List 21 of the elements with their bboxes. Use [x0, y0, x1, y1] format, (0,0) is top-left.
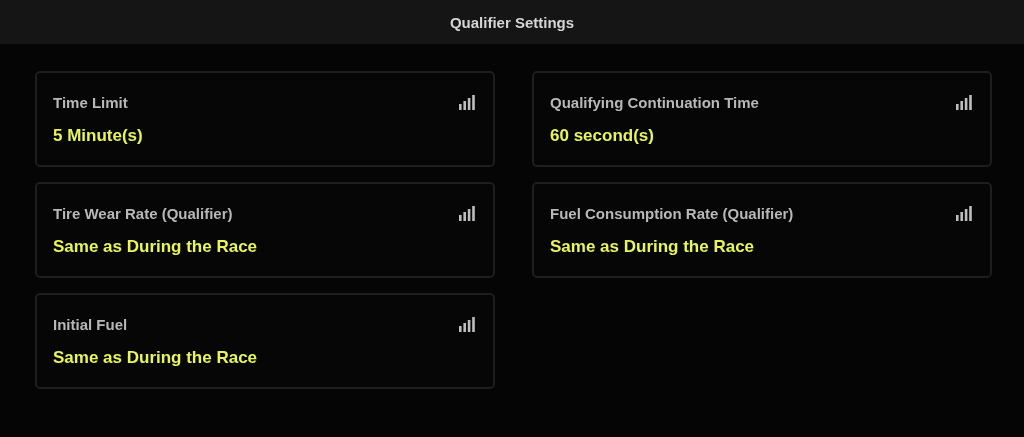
setting-card[interactable]: Fuel Consumption Rate (Qualifier) Same as During the Race: [532, 182, 992, 278]
setting-card[interactable]: Tire Wear Rate (Qualifier) Same as During the Race: [35, 182, 495, 278]
setting-value: Same as During the Race: [53, 237, 259, 257]
setting-label: Tire Wear Rate (Qualifier): [53, 204, 233, 222]
setting-label: Qualifying Continuation Time: [550, 93, 759, 111]
setting-value: Same as During the Race: [550, 237, 756, 257]
setting-card[interactable]: Qualifying Continuation Time 60 second(s): [532, 71, 992, 167]
setting-label: Time Limit: [53, 93, 128, 111]
bars-icon: [956, 205, 972, 221]
bars-icon: [459, 94, 475, 110]
bars-icon: [459, 205, 475, 221]
page-title: Qualifier Settings: [449, 13, 575, 31]
setting-card[interactable]: Time Limit 5 Minute(s): [35, 71, 495, 167]
setting-label: Fuel Consumption Rate (Qualifier): [550, 204, 794, 222]
bars-icon: [956, 94, 972, 110]
setting-label: Initial Fuel: [53, 315, 128, 333]
setting-value: 5 Minute(s): [53, 126, 144, 146]
setting-value: Same as During the Race: [53, 348, 259, 368]
setting-value: 60 second(s): [550, 126, 655, 146]
bars-icon: [459, 316, 475, 332]
setting-card[interactable]: Initial Fuel Same as During the Race: [35, 293, 495, 389]
